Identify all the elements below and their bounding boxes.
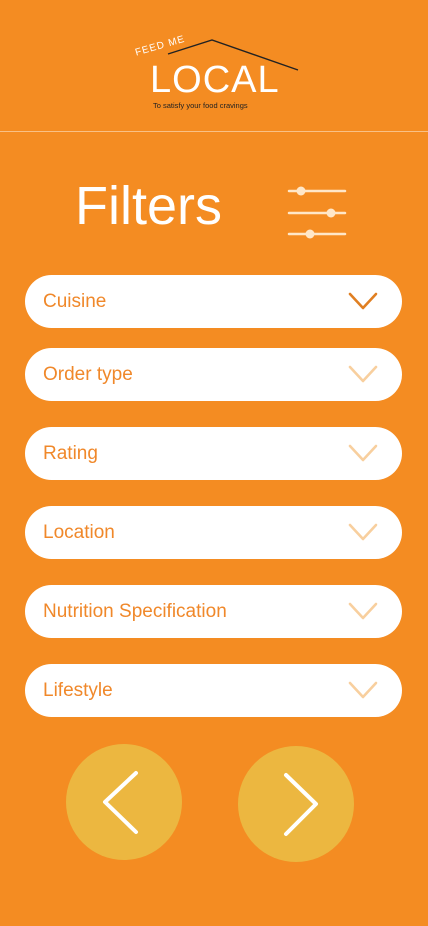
filter-order-type-dropdown[interactable]: Order type xyxy=(25,348,402,401)
chevron-down-icon xyxy=(348,523,378,541)
previous-button[interactable] xyxy=(66,744,182,860)
logo-brand-text: LOCAL xyxy=(150,59,280,101)
header-divider xyxy=(0,131,428,132)
filter-lifestyle-dropdown[interactable]: Lifestyle xyxy=(25,664,402,717)
chevron-left-icon xyxy=(103,771,138,834)
filter-label: Order type xyxy=(43,364,133,385)
chevron-down-icon xyxy=(348,444,378,462)
filter-label: Lifestyle xyxy=(43,680,113,701)
sliders-icon[interactable] xyxy=(286,183,348,243)
chevron-down-icon xyxy=(348,365,378,383)
next-button[interactable] xyxy=(238,746,354,862)
filter-location-dropdown[interactable]: Location xyxy=(25,506,402,559)
chevron-down-icon xyxy=(348,292,378,310)
feed-me-local-logo: FEED ME LOCAL To satisfy your food cravi… xyxy=(128,34,300,114)
logo-tagline: To satisfy your food cravings xyxy=(153,101,248,110)
chevron-down-icon xyxy=(348,681,378,699)
filter-label: Rating xyxy=(43,443,98,464)
app-header: FEED ME LOCAL To satisfy your food cravi… xyxy=(0,0,428,131)
filter-label: Location xyxy=(43,522,115,543)
filters-screen: FEED ME LOCAL To satisfy your food cravi… xyxy=(0,0,428,926)
filter-cuisine-dropdown[interactable]: Cuisine xyxy=(25,275,402,328)
page-title: Filters xyxy=(75,176,222,236)
filter-label: Nutrition Specification xyxy=(43,601,227,622)
filter-nutrition-specification-dropdown[interactable]: Nutrition Specification xyxy=(25,585,402,638)
chevron-down-icon xyxy=(348,602,378,620)
filter-rating-dropdown[interactable]: Rating xyxy=(25,427,402,480)
chevron-right-icon xyxy=(284,773,318,836)
filter-label: Cuisine xyxy=(43,291,107,312)
